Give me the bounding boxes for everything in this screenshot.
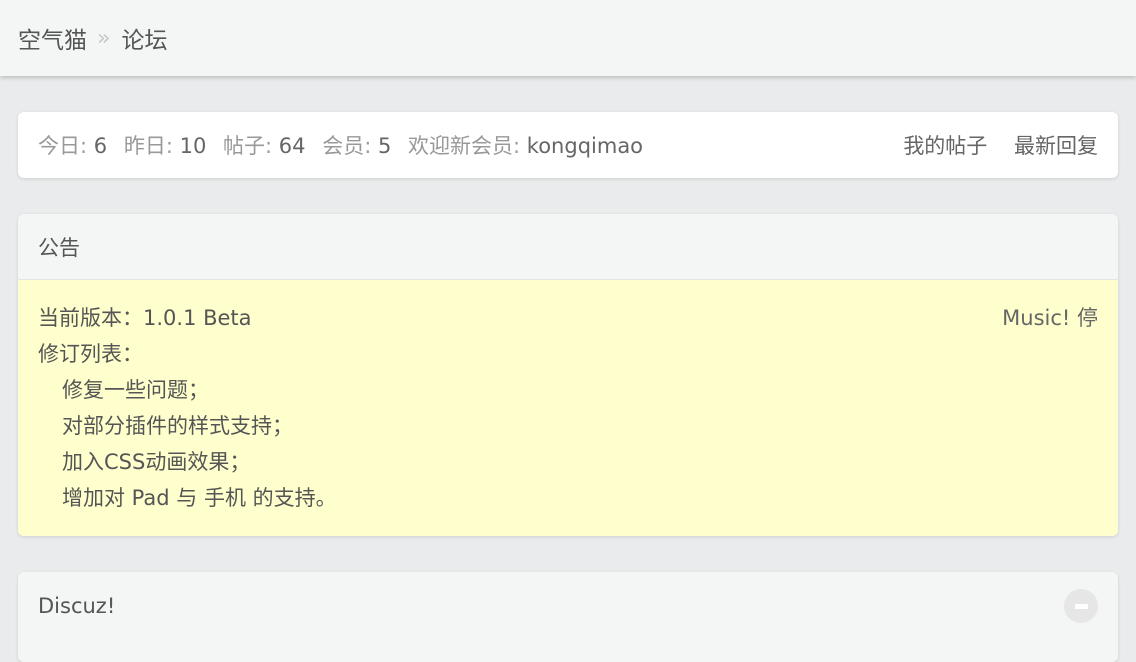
members-label: 会员: [322, 134, 372, 158]
announcement-body: Music! 停 当前版本：1.0.1 Beta 修订列表： 修复一些问题； 对… [18, 280, 1118, 536]
revision-item: 增加对 Pad 与 手机 的支持。 [62, 486, 337, 510]
top-navigation-bar: 空气猫 » 论坛 [0, 0, 1136, 76]
breadcrumb-site-link[interactable]: 空气猫 [18, 21, 87, 55]
collapse-icon[interactable] [1064, 589, 1098, 623]
announcement-title: 公告 [38, 235, 80, 260]
forum-category-header: Discuz! [18, 572, 1118, 640]
announcement-panel: 公告 Music! 停 当前版本：1.0.1 Beta 修订列表： 修复一些问题… [18, 214, 1118, 536]
forum-stats-bar: 今日: 6 昨日: 10 帖子: 64 会员: 5 欢迎新会员: kongqim… [18, 112, 1118, 178]
breadcrumb-separator: » [97, 25, 111, 51]
music-toggle[interactable]: Music! 停 [1002, 300, 1098, 336]
revisions-label: 修订列表： [38, 342, 143, 366]
breadcrumb-current: 论坛 [121, 28, 168, 54]
posts-label: 帖子: [223, 134, 273, 158]
today-count: 6 [93, 134, 108, 158]
yesterday-label: 昨日: [123, 134, 173, 158]
revision-item: 对部分插件的样式支持； [62, 414, 293, 438]
announcement-header: 公告 [18, 214, 1118, 280]
version-label: 当前版本： [38, 306, 143, 330]
revision-item: 修复一些问题； [62, 378, 209, 402]
newest-member-link[interactable]: kongqimao [527, 134, 643, 158]
forum-category-title[interactable]: Discuz! [38, 594, 115, 618]
latest-replies-link[interactable]: 最新回复 [1014, 134, 1098, 158]
minus-icon [1074, 603, 1088, 609]
stats-summary: 今日: 6 昨日: 10 帖子: 64 会员: 5 欢迎新会员: kongqim… [38, 130, 653, 160]
today-label: 今日: [38, 134, 88, 158]
my-posts-link[interactable]: 我的帖子 [903, 134, 987, 158]
members-count: 5 [377, 134, 392, 158]
yesterday-count: 10 [179, 134, 207, 158]
revision-item: 加入CSS动画效果； [62, 450, 251, 474]
posts-count: 64 [278, 134, 306, 158]
newest-member-label: 欢迎新会员: [408, 134, 521, 158]
version-value: 1.0.1 Beta [143, 306, 252, 330]
forum-category-panel: Discuz! [18, 572, 1118, 662]
stats-links: 我的帖子 最新回复 [883, 130, 1098, 160]
version-line: 当前版本：1.0.1 Beta [38, 300, 1098, 336]
